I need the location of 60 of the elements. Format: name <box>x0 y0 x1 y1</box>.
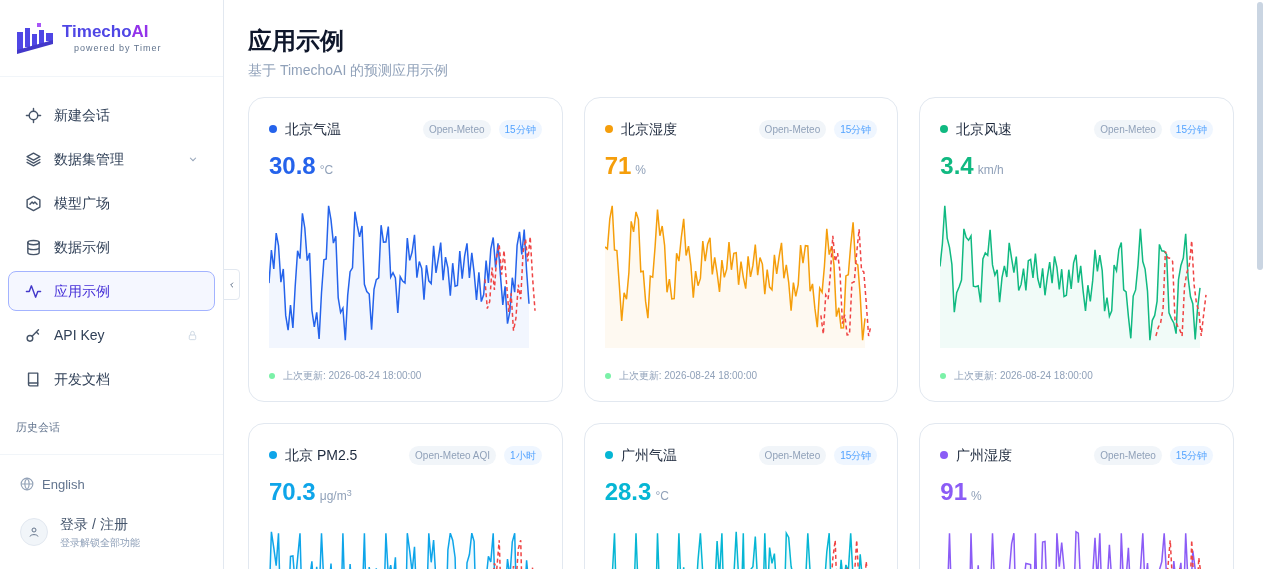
scrollbar-thumb[interactable] <box>1257 2 1263 270</box>
interval-tag: 15分钟 <box>1169 445 1213 465</box>
card-title: 广州气温 <box>620 445 678 465</box>
card-title: 北京气温 <box>285 119 342 139</box>
metric-value: 28.3 <box>604 477 652 507</box>
login-link[interactable]: 登录 / 注册 <box>60 514 140 535</box>
interval-tag: 15分钟 <box>498 119 542 139</box>
chevron-left-icon <box>227 280 236 289</box>
logo-icon <box>16 22 54 54</box>
login-hint: 登录解锁全部功能 <box>60 536 140 550</box>
brand-name: TimechoAI <box>62 23 150 40</box>
page-subtitle: 基于 TimechoAI 的预测应用示例 <box>248 61 450 80</box>
hexagon-icon <box>25 194 42 212</box>
key-icon <box>25 326 42 344</box>
collapse-button[interactable] <box>223 269 240 300</box>
source-tag: Open-Meteo <box>758 119 827 139</box>
unit-label: μg/m$^{3}$ <box>319 487 352 505</box>
sidebar-item[interactable]: 数据集管理 <box>8 139 215 179</box>
unit-label: km/h <box>977 162 1004 179</box>
brand-tagline: powered by Timer <box>74 44 162 53</box>
user-icon <box>28 526 40 538</box>
metric-value: 3.4 <box>940 151 974 181</box>
interval-tag: 1小时 <box>504 445 542 465</box>
metric-value: 30.8 <box>269 151 316 181</box>
card-title: 北京风速 <box>956 119 1014 139</box>
unit-label: % <box>971 488 982 505</box>
sidebar-item[interactable]: 应用示例 <box>8 271 215 311</box>
interval-tag: 15分钟 <box>834 445 878 465</box>
unit-label: °C <box>319 162 334 179</box>
language-link[interactable]: English <box>20 474 203 494</box>
page-title: 应用示例 <box>248 26 345 56</box>
source-tag: Open-Meteo <box>422 119 491 139</box>
source-tag: Open-Meteo AQI <box>409 445 497 465</box>
section-heading: 历史会话 <box>15 420 61 435</box>
update-time: 上次更新: 2026-08-24 18:00:00 <box>954 369 1093 383</box>
database-icon <box>25 238 42 256</box>
card-title: 北京 PM2.5 <box>285 445 359 465</box>
source-tag: Open-Meteo <box>758 445 827 465</box>
unit-label: % <box>635 162 647 179</box>
interval-tag: 15分钟 <box>1169 119 1213 139</box>
source-tag: Open-Meteo <box>1094 119 1162 139</box>
metric-value: 91 <box>940 477 968 507</box>
card-title: 北京湿度 <box>620 119 678 139</box>
update-time: 上次更新: 2026-08-24 18:00:00 <box>283 369 422 383</box>
layers-icon <box>25 150 42 168</box>
source-tag: Open-Meteo <box>1094 445 1162 465</box>
unit-label: °C <box>655 488 669 505</box>
activity-icon <box>25 282 42 300</box>
metric-value: 70.3 <box>269 477 316 507</box>
update-time: 上次更新: 2026-08-24 18:00:00 <box>618 369 758 383</box>
sidebar-item[interactable]: 新建会话 <box>8 95 215 135</box>
sidebar-item[interactable]: API Key <box>8 315 215 355</box>
interval-tag: 15分钟 <box>834 119 878 139</box>
globe-icon <box>20 477 34 492</box>
card-title: 广州湿度 <box>956 445 1014 465</box>
crosshair-icon <box>25 106 42 124</box>
sidebar-item[interactable]: 开发文档 <box>8 359 215 399</box>
sidebar-item[interactable]: 模型广场 <box>8 183 215 223</box>
sidebar-item[interactable]: 数据示例 <box>8 227 215 267</box>
metric-value: 71 <box>604 151 632 181</box>
